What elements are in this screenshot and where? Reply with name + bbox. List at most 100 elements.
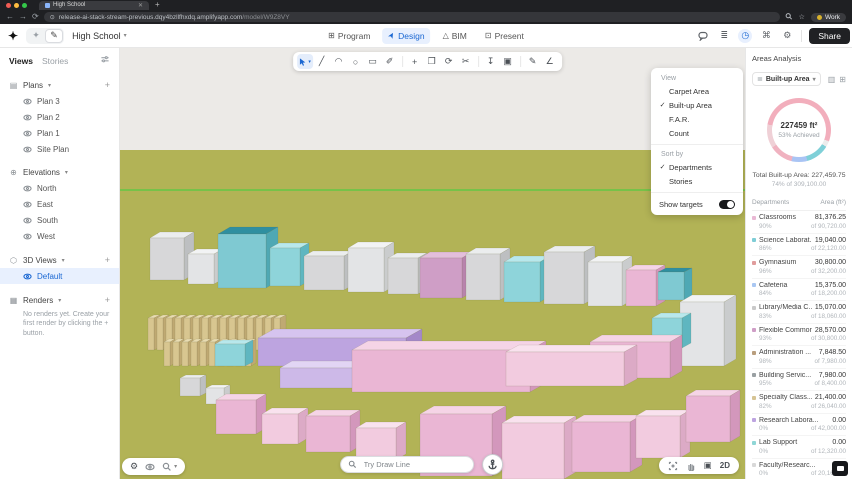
department-row[interactable]: Gymnasium30,800.0096%of 32,200.00: [752, 256, 846, 279]
sidebar-item-south[interactable]: South: [0, 212, 119, 228]
display-settings-icon[interactable]: ⚙: [130, 461, 138, 472]
history-clock-icon[interactable]: ◷: [738, 29, 752, 43]
nav-bim[interactable]: △BIM: [437, 28, 473, 44]
trim-tool[interactable]: ✂: [458, 54, 474, 69]
browser-profile-chip[interactable]: Work: [811, 13, 846, 22]
cursor-icon: ➤: [386, 30, 397, 40]
department-row[interactable]: Research Labora...0.000%of 42,000.00: [752, 414, 846, 437]
profile-avatar: [817, 15, 822, 20]
department-row[interactable]: Building Servic...7,980.0095%of 8,400.00: [752, 369, 846, 392]
rectangle-tool[interactable]: ▭: [365, 54, 381, 69]
section-plans[interactable]: ▤Plans▾+: [0, 77, 119, 93]
metric-selector[interactable]: ≣ Built-up Area ▾: [752, 72, 821, 86]
sidebar-item-east[interactable]: East: [0, 196, 119, 212]
chart-icon[interactable]: ▥: [828, 75, 836, 84]
section-renders[interactable]: ▦Renders▾+: [0, 292, 119, 308]
copy-tool[interactable]: ❐: [424, 54, 440, 69]
department-row[interactable]: Flexible Common...28,570.0093%of 30,800.…: [752, 324, 846, 347]
filter-icon[interactable]: [100, 55, 110, 66]
measure-tool[interactable]: ∠: [542, 54, 558, 69]
comments-icon[interactable]: [696, 29, 710, 43]
zoom-icon[interactable]: ▾: [162, 462, 177, 472]
department-row[interactable]: Cafeteria15,375.0084%of 18,200.00: [752, 279, 846, 302]
close-window-icon[interactable]: [6, 3, 11, 8]
move-tool[interactable]: +: [407, 54, 423, 69]
bookmark-star-icon[interactable]: ☆: [799, 13, 805, 21]
anchor-button[interactable]: [482, 454, 503, 475]
ai-sparkle-icon[interactable]: ✦: [27, 29, 45, 43]
site-info-icon[interactable]: ⊙: [50, 14, 55, 21]
department-row[interactable]: Library/Media C...15,070.0083%of 18,060.…: [752, 301, 846, 324]
settings-gear-icon[interactable]: ⚙: [780, 29, 794, 43]
nav-design[interactable]: ➤Design: [382, 28, 430, 44]
share-button[interactable]: Share: [809, 28, 850, 44]
department-row[interactable]: Classrooms81,376.2590%of 90,720.00: [752, 211, 846, 234]
2d-mode-button[interactable]: 2D: [720, 461, 730, 470]
sidebar-item-plan-3[interactable]: Plan 3: [0, 93, 119, 109]
show-targets-toggle[interactable]: [719, 200, 735, 209]
window-controls[interactable]: [6, 3, 27, 8]
pan-hand-icon[interactable]: [686, 461, 696, 471]
menu-item-departments[interactable]: ✓Departments: [651, 160, 743, 174]
sidebar-item-plan-2[interactable]: Plan 2: [0, 109, 119, 125]
edit-pencil-icon[interactable]: ✎: [45, 29, 63, 43]
department-row[interactable]: Specialty Class...21,400.0082%of 26,040.…: [752, 391, 846, 414]
3d-viewport[interactable]: ▾╱◠○▭✐+❐⟳✂↧▣✎∠ View Carpet Area✓Built-up…: [120, 48, 745, 479]
sidebar-item-site-plan[interactable]: Site Plan: [0, 141, 119, 157]
section-elevations[interactable]: ⊕Elevations▾: [0, 165, 119, 180]
command-search-bar[interactable]: [340, 456, 474, 473]
chat-widget[interactable]: [832, 461, 848, 476]
mode-segmented-control[interactable]: ✦ ✎: [26, 28, 64, 44]
reload-icon[interactable]: ⟳: [32, 12, 39, 22]
line-tool[interactable]: ╱: [314, 54, 330, 69]
tab-views[interactable]: Views: [9, 56, 33, 66]
rotate-tool[interactable]: ⟳: [441, 54, 457, 69]
list-icon[interactable]: ≣: [717, 29, 731, 43]
section-3d-views[interactable]: ⬡3D Views▾+: [0, 252, 119, 268]
maximize-window-icon[interactable]: [22, 3, 27, 8]
nav-present[interactable]: ⊡Present: [479, 28, 530, 44]
pen-tool[interactable]: ✎: [525, 54, 541, 69]
sidebar-item-default[interactable]: Default: [0, 268, 119, 284]
add-button[interactable]: +: [105, 255, 110, 265]
sidebar-item-north[interactable]: North: [0, 180, 119, 196]
select-tool[interactable]: ▾: [297, 54, 313, 69]
forward-icon[interactable]: →: [19, 12, 27, 22]
command-search-input[interactable]: [362, 459, 466, 470]
app-logo-icon[interactable]: ✦: [8, 29, 18, 43]
add-button[interactable]: +: [105, 295, 110, 305]
fit-view-icon[interactable]: [668, 461, 678, 471]
add-button[interactable]: +: [105, 80, 110, 90]
back-icon[interactable]: ←: [6, 12, 14, 22]
department-row[interactable]: Science Laborat...19,040.0086%of 22,120.…: [752, 234, 846, 257]
show-targets-row[interactable]: Show targets: [651, 197, 743, 210]
circle-tool[interactable]: ○: [348, 54, 364, 69]
offset-tool[interactable]: ✐: [382, 54, 398, 69]
tab-stories[interactable]: Stories: [42, 56, 68, 66]
department-row[interactable]: Administration ...7,848.5098%of 7,980.00: [752, 346, 846, 369]
menu-item-f-a-r-[interactable]: F.A.R.: [651, 112, 743, 126]
sidebar-item-west[interactable]: West: [0, 228, 119, 244]
menu-item-built-up-area[interactable]: ✓Built-up Area: [651, 98, 743, 112]
search-tabs-icon[interactable]: [785, 12, 793, 23]
arc-tool[interactable]: ◠: [331, 54, 347, 69]
visibility-eye-icon[interactable]: [145, 463, 155, 471]
apps-icon[interactable]: ⌘: [759, 29, 773, 43]
sidebar-item-plan-1[interactable]: Plan 1: [0, 125, 119, 141]
frame-tool[interactable]: ▣: [500, 54, 516, 69]
table-icon[interactable]: ⊞: [839, 75, 846, 84]
insert-tool[interactable]: ↧: [483, 54, 499, 69]
browser-tab[interactable]: High School ✕: [39, 1, 149, 10]
close-tab-icon[interactable]: ✕: [138, 2, 143, 9]
draw-toolbar: ▾╱◠○▭✐ +❐⟳✂ ↧▣ ✎∠: [293, 52, 562, 71]
project-name-menu[interactable]: High School▾: [72, 31, 127, 41]
department-row[interactable]: Lab Support0.000%of 12,320.00: [752, 436, 846, 459]
menu-item-stories[interactable]: Stories: [651, 174, 743, 188]
minimize-window-icon[interactable]: [14, 3, 19, 8]
box-view-icon[interactable]: ▣: [704, 460, 712, 471]
nav-program[interactable]: ⊞Program: [322, 28, 376, 44]
new-tab-button[interactable]: +: [155, 1, 160, 9]
menu-item-carpet-area[interactable]: Carpet Area: [651, 84, 743, 98]
menu-item-count[interactable]: Count: [651, 126, 743, 140]
address-bar[interactable]: ⊙ release-ai-stack-stream-previous.dqy4b…: [44, 12, 780, 22]
